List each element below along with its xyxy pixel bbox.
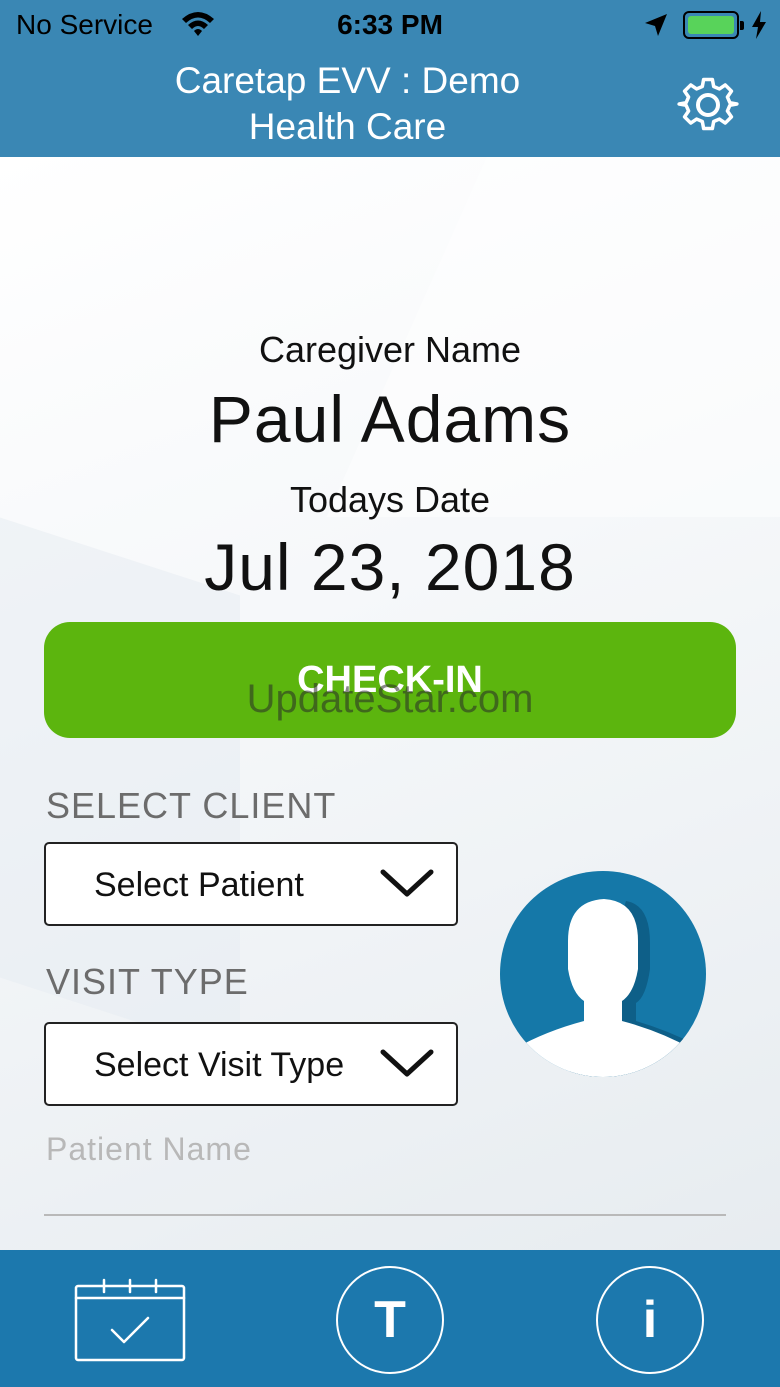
top-bar: No Service 6:33 PM Caretap EVV : Demo He…	[0, 0, 780, 157]
select-visit-type-dropdown[interactable]: Select Visit Type	[44, 1022, 458, 1106]
info-button[interactable]: i	[596, 1266, 704, 1374]
date-label: Todays Date	[289, 479, 491, 520]
watermark: UpdateStar.com	[246, 677, 534, 721]
app-title: Caretap EVV : Demo Health Care	[174, 60, 521, 147]
main-content: Caregiver Name Paul Adams Todays Date Ju…	[0, 157, 780, 1250]
charging-bolt-icon	[752, 11, 766, 39]
person-silhouette-icon[interactable]	[500, 871, 706, 1077]
select-patient-value: Select Patient	[94, 866, 304, 904]
calendar-check-icon[interactable]	[74, 1278, 186, 1362]
bottom-tab-bar: T i	[0, 1250, 780, 1387]
divider	[44, 1214, 726, 1216]
status-bar: No Service 6:33 PM	[0, 0, 780, 52]
location-arrow-icon	[645, 14, 667, 36]
visit-type-label: VISIT TYPE	[46, 961, 249, 1002]
gear-icon[interactable]	[676, 74, 740, 138]
patient-name-field[interactable]: Patient Name	[46, 1131, 252, 1168]
chevron-down-icon	[380, 869, 434, 897]
date-value: Jul 23, 2018	[204, 530, 576, 604]
select-visit-type-value: Select Visit Type	[94, 1046, 345, 1084]
select-client-label: SELECT CLIENT	[46, 785, 337, 826]
caregiver-label: Caregiver Name	[258, 329, 522, 370]
select-patient-dropdown[interactable]: Select Patient	[44, 842, 458, 926]
battery-icon	[683, 11, 744, 39]
chevron-down-icon	[380, 1049, 434, 1077]
caregiver-name: Paul Adams	[208, 382, 572, 456]
timesheet-button[interactable]: T	[336, 1266, 444, 1374]
